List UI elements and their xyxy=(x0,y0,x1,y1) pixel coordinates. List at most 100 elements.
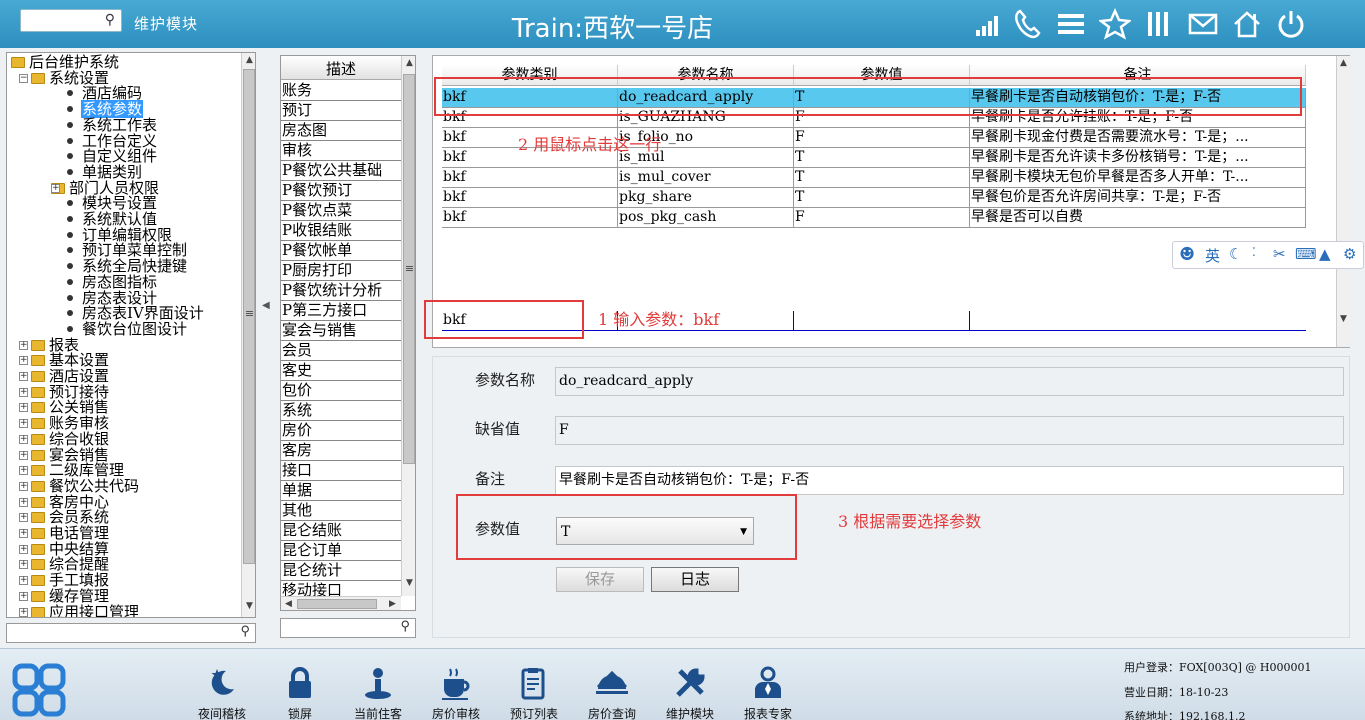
filter-remark-input[interactable] xyxy=(970,311,1306,331)
tree-item[interactable]: 应用接口管理 xyxy=(31,603,140,617)
remark-field[interactable]: 早餐刷卡是否自动核销包价：T-是；F-否 xyxy=(555,466,1344,495)
category-list-item[interactable]: P餐饮统计分析 xyxy=(281,281,401,301)
expand-icon[interactable]: + xyxy=(19,497,28,507)
remark-label: 备注 xyxy=(475,470,506,488)
table-cell: 早餐是否可以自费 xyxy=(970,208,1306,228)
search-icon[interactable]: ⚲ xyxy=(400,619,410,634)
shirt-icon[interactable]: ▲ xyxy=(1319,245,1331,263)
category-list-item[interactable]: 昆仑结账 xyxy=(281,521,401,541)
mail-icon[interactable] xyxy=(1187,8,1219,40)
bullet-icon xyxy=(67,278,73,285)
save-button[interactable]: 保存 xyxy=(556,567,644,592)
clipboard-icon xyxy=(521,668,545,700)
home-icon[interactable] xyxy=(1231,8,1263,40)
expand-icon[interactable]: + xyxy=(19,372,28,381)
toolbar-button[interactable]: 维护模块 xyxy=(655,649,725,720)
folder-icon xyxy=(31,433,45,445)
table-row[interactable]: bkf pos_pkg_cash F 早餐是否可以自费 xyxy=(442,208,1306,228)
expand-icon[interactable]: + xyxy=(19,403,28,413)
category-list-item[interactable]: P餐饮公共基础 xyxy=(281,161,401,181)
expand-icon[interactable]: + xyxy=(19,419,28,429)
expand-icon[interactable]: + xyxy=(19,529,28,538)
expand-icon[interactable]: + xyxy=(19,560,28,570)
filter-value-input[interactable] xyxy=(794,311,970,331)
scissors-icon[interactable]: ✂ xyxy=(1273,245,1286,263)
category-list-item[interactable]: 包价 xyxy=(281,381,401,401)
signal-icon[interactable] xyxy=(972,8,1004,40)
expand-icon[interactable]: + xyxy=(19,591,28,601)
expand-icon[interactable]: + xyxy=(19,576,28,586)
category-list-item[interactable]: 房价 xyxy=(281,421,401,441)
category-list-item[interactable]: 宴会与销售 xyxy=(281,321,401,341)
table-row[interactable]: bkf is_mul_cover T 早餐刷卡模块无包价早餐是否多人开单：T-... xyxy=(442,168,1306,188)
category-list-item[interactable]: 预订 xyxy=(281,101,401,121)
category-list-item[interactable]: P餐饮帐单 xyxy=(281,241,401,261)
app-logo-icon[interactable] xyxy=(12,663,66,717)
keyboard-icon[interactable]: ⌨ xyxy=(1295,245,1317,263)
category-list-item[interactable]: P第三方接口 xyxy=(281,301,401,321)
expand-icon[interactable]: + xyxy=(51,183,60,193)
category-list-header[interactable]: 描述 xyxy=(281,56,401,80)
category-list-item[interactable]: 审核 xyxy=(281,141,401,161)
power-icon[interactable] xyxy=(1275,8,1307,40)
user-icon[interactable]: ☻ xyxy=(1179,244,1195,265)
phone-icon[interactable] xyxy=(1012,8,1044,40)
category-list-scrollbar[interactable]: ▲ ≡ ▼ xyxy=(401,56,415,596)
category-list-item[interactable]: P收银结账 xyxy=(281,221,401,241)
expand-icon[interactable]: + xyxy=(19,466,28,476)
columns-icon[interactable] xyxy=(1143,8,1175,40)
moon-icon[interactable]: ☾ xyxy=(1229,245,1242,263)
category-list-item[interactable]: 昆仑订单 xyxy=(281,541,401,561)
category-list-item[interactable]: 接口 xyxy=(281,461,401,481)
category-list-item[interactable]: 客史 xyxy=(281,361,401,381)
category-list-item[interactable]: 其他 xyxy=(281,501,401,521)
toolbar-button[interactable]: 预订列表 xyxy=(499,649,569,720)
expand-icon[interactable]: + xyxy=(19,481,28,491)
category-list-item[interactable]: 系统 xyxy=(281,401,401,421)
expand-icon[interactable]: + xyxy=(19,356,28,366)
expand-icon[interactable]: + xyxy=(19,387,28,397)
dots-icon[interactable]: ⁚ xyxy=(1252,245,1256,259)
toolbar-button[interactable]: 房价查询 xyxy=(577,649,647,720)
category-list-item[interactable]: P餐饮预订 xyxy=(281,181,401,201)
category-list-item[interactable]: 账务 xyxy=(281,81,401,101)
expand-icon[interactable]: + xyxy=(19,513,28,523)
table-cell: T xyxy=(794,148,970,168)
search-icon[interactable]: ⚲ xyxy=(240,624,250,639)
toolbar-button[interactable]: 报表专家 xyxy=(733,649,803,720)
expand-icon[interactable]: + xyxy=(19,544,28,554)
menu-icon[interactable] xyxy=(1055,8,1087,40)
toolbar-button[interactable]: 夜间稽核 xyxy=(187,649,257,720)
toolbar-button[interactable]: 锁屏 xyxy=(265,649,335,720)
collapse-icon[interactable]: − xyxy=(19,73,28,83)
param-value-select[interactable]: T ▼ xyxy=(556,517,754,545)
tree-item[interactable]: 餐饮台位图设计 xyxy=(63,320,188,338)
category-list-item[interactable]: 会员 xyxy=(281,341,401,361)
ime-lang-toggle[interactable]: 英 xyxy=(1205,245,1220,266)
category-list-item[interactable]: 房态图 xyxy=(281,121,401,141)
category-list-item[interactable]: 昆仑统计 xyxy=(281,561,401,581)
tree-search-input[interactable]: ⚲ xyxy=(6,623,256,643)
tree-scrollbar[interactable]: ▲ ≡ ▼ xyxy=(241,53,255,617)
bullet-icon xyxy=(67,294,73,301)
expand-icon[interactable]: + xyxy=(19,450,28,460)
expand-icon[interactable]: + xyxy=(19,340,28,350)
table-row[interactable]: bkf pkg_share T 早餐包价是否允许房间共享：T-是；F-否 xyxy=(442,188,1306,208)
category-list-item[interactable]: 单据 xyxy=(281,481,401,501)
splitter-handle[interactable]: ◀ xyxy=(262,300,270,311)
category-search-input[interactable]: ⚲ xyxy=(280,618,416,638)
star-icon[interactable] xyxy=(1099,8,1131,40)
toolbar-button[interactable]: 房价审核 xyxy=(421,649,491,720)
log-button[interactable]: 日志 xyxy=(651,567,739,592)
toolbar-button[interactable]: 当前住客 xyxy=(343,649,413,720)
expand-icon[interactable]: + xyxy=(19,434,28,444)
grid-scrollbar[interactable]: ▲ ▼ xyxy=(1336,56,1350,347)
category-list-item[interactable]: P厨房打印 xyxy=(281,261,401,281)
category-list-item[interactable]: 客房 xyxy=(281,441,401,461)
category-list-hscrollbar[interactable]: ◀ ▶ xyxy=(281,596,401,610)
gear-icon[interactable]: ⚙ xyxy=(1343,245,1356,263)
expand-icon[interactable]: + xyxy=(19,607,28,617)
category-list-item[interactable]: P餐饮点菜 xyxy=(281,201,401,221)
chevron-down-icon[interactable]: ▼ xyxy=(740,518,747,546)
table-cell: T xyxy=(794,168,970,188)
